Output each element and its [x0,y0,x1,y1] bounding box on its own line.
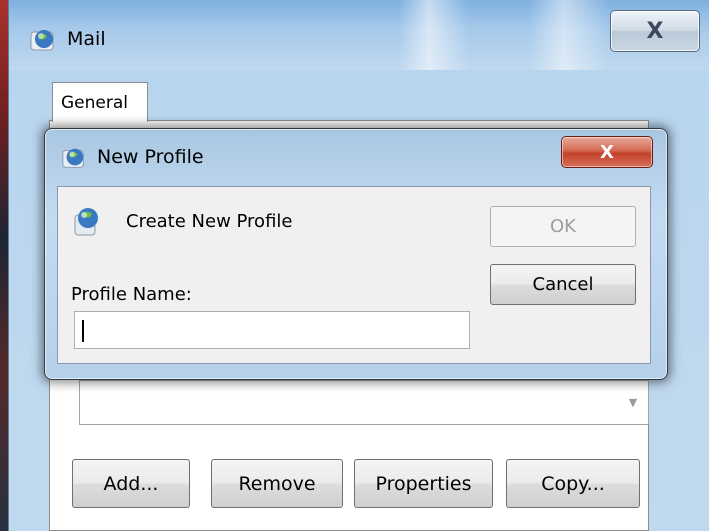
new-profile-icon [74,208,98,236]
properties-button[interactable]: Properties [354,459,493,508]
profile-select[interactable]: ▼ [79,380,649,425]
add-button[interactable]: Add... [72,459,190,508]
create-new-profile-label: Create New Profile [126,211,293,232]
copy-button[interactable]: Copy... [506,459,640,508]
profile-name-label: Profile Name: [71,284,192,305]
ok-button[interactable]: OK [490,206,636,247]
mail-globe-icon [30,30,54,51]
dialog-close-button[interactable]: X [561,136,653,168]
profile-name-input[interactable] [74,311,470,349]
chevron-down-icon[interactable]: ▼ [620,383,646,422]
close-icon: X [600,141,614,163]
mail-globe-icon [62,148,84,168]
new-profile-dialog: New Profile X Create New Profile OK Canc… [44,128,668,380]
remove-button[interactable]: Remove [211,459,343,508]
dialog-body: Create New Profile OK Cancel Profile Nam… [57,186,651,364]
mail-close-button[interactable]: X [610,10,700,52]
close-icon: X [646,18,664,44]
text-caret [82,320,84,342]
mail-window-title: Mail [67,28,106,50]
dialog-title: New Profile [97,146,204,168]
cancel-button[interactable]: Cancel [490,264,636,305]
mail-titlebar[interactable] [9,0,709,70]
tab-general[interactable]: General [52,82,148,122]
